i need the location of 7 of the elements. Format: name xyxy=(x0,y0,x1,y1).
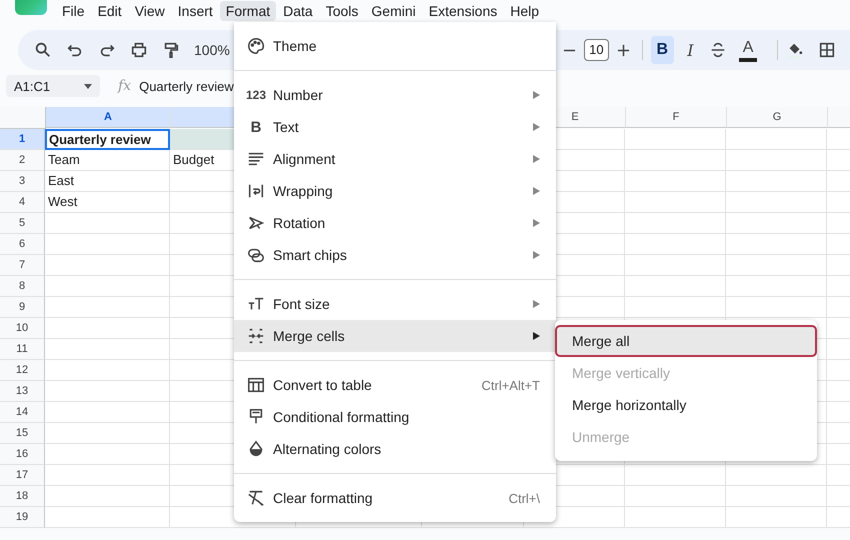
table-cell: Team xyxy=(45,150,170,171)
function-icon: fx xyxy=(118,78,132,94)
table-cell: East xyxy=(45,171,170,192)
table-cell: Quarterly review xyxy=(45,129,170,150)
table-cell: West xyxy=(45,192,170,213)
number-format-icon: 123 xyxy=(246,88,266,102)
bold-icon: B xyxy=(250,118,262,136)
